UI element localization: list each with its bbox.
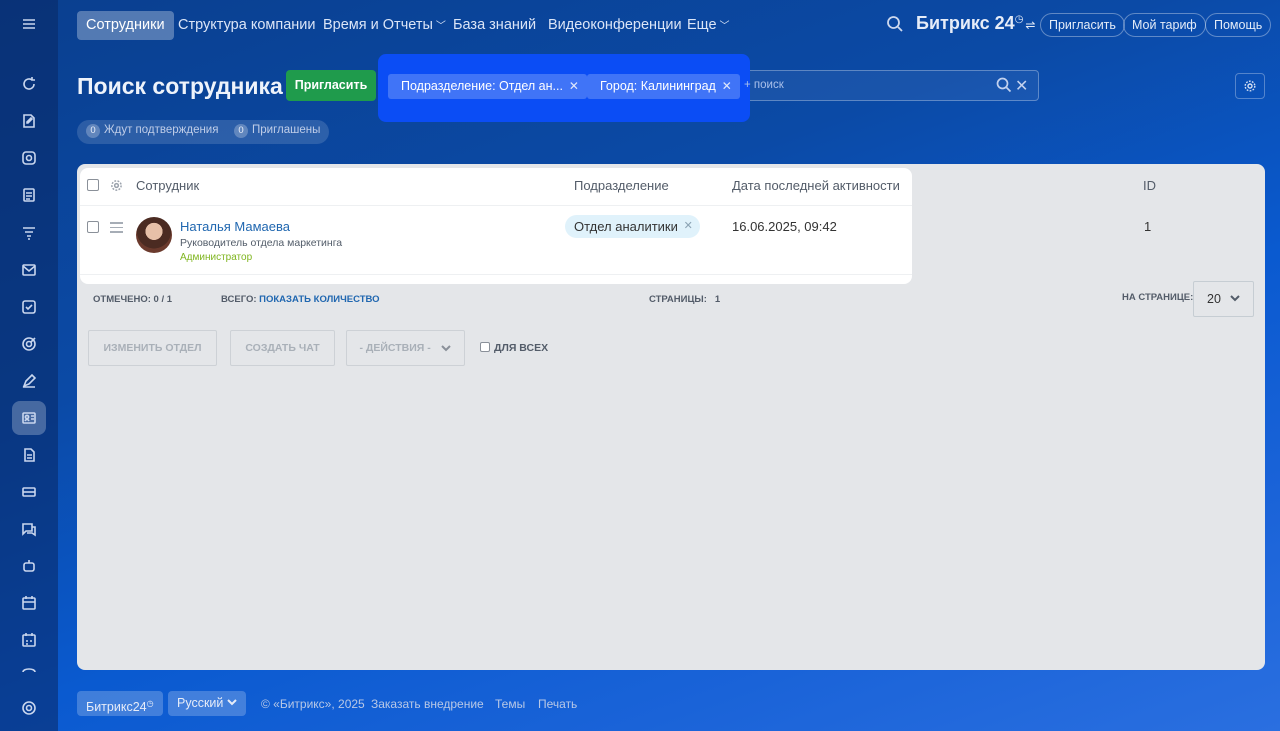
document-icon[interactable] [16, 182, 42, 208]
chevron-down-icon [1229, 292, 1241, 307]
print-link[interactable]: Печать [538, 697, 577, 711]
chevron-down-icon [227, 696, 237, 710]
counter-pending[interactable]: 0 Ждут подтверждения [86, 124, 218, 138]
column-department[interactable]: Подразделение [574, 178, 669, 193]
select-all-checkbox[interactable] [87, 179, 99, 191]
chat-icon[interactable] [16, 516, 42, 542]
refresh-icon[interactable] [16, 71, 42, 97]
selected-count: ОТМЕЧЕНО: 0 / 1 [93, 294, 173, 305]
pages-info: СТРАНИЦЫ: 1 [649, 294, 721, 305]
footer-brand-button[interactable]: Битрикс24◷ [77, 691, 163, 716]
clock-icon: ◷ [1014, 14, 1024, 25]
row-checkbox[interactable] [87, 221, 99, 233]
funnel-icon[interactable] [16, 220, 42, 246]
inbox-icon[interactable] [16, 479, 42, 505]
left-sidebar [0, 0, 58, 731]
column-id[interactable]: ID [1143, 178, 1156, 193]
create-chat-button[interactable]: СОЗДАТЬ ЧАТ [230, 330, 335, 366]
filter-chip-city[interactable]: Город: Калининград ✕ [587, 74, 740, 99]
counter-invited[interactable]: 0 Приглашены [234, 124, 320, 138]
department-tag[interactable]: Отдел аналитики ✕ [565, 215, 700, 238]
nav-more[interactable]: Еще ﹀ [678, 11, 739, 40]
invite-top-button[interactable]: Пригласить [1040, 13, 1125, 37]
employee-position: Руководитель отдела маркетинга [180, 237, 343, 249]
filter-chip-department[interactable]: Подразделение: Отдел ан... ✕ [388, 74, 587, 99]
clear-filter-icon[interactable]: ✕ [1015, 76, 1028, 96]
close-icon[interactable]: ✕ [569, 74, 579, 99]
last-activity-cell: 16.06.2025, 09:42 [732, 219, 837, 234]
language-select[interactable]: Русский [168, 691, 246, 716]
page-title: Поиск сотрудника [77, 73, 283, 99]
calendar-plan-icon[interactable] [16, 627, 42, 653]
brand-logo: Битрикс 24◷ ⇌ [916, 13, 1036, 33]
gear-icon [1244, 80, 1256, 92]
chevron-down-icon: ﹀ [719, 21, 730, 32]
avatar[interactable] [136, 217, 172, 253]
nav-video-conferences[interactable]: Видеоконференции [539, 11, 691, 40]
help-button[interactable]: Помощь [1205, 13, 1272, 37]
search-icon[interactable] [996, 77, 1012, 96]
shop-icon[interactable] [16, 662, 42, 678]
copyright: © «Битрикс», 2025 [261, 697, 365, 711]
close-icon[interactable]: ✕ [722, 74, 732, 99]
actions-select[interactable]: - ДЕЙСТВИЯ - [346, 330, 465, 366]
counters-bar: 0 Ждут подтверждения 0 Приглашены [77, 120, 329, 144]
camera-icon[interactable] [16, 145, 42, 171]
id-cell: 1 [1144, 219, 1152, 234]
employee-role: Администратор [180, 252, 253, 263]
nav-knowledge-base[interactable]: База знаний [444, 11, 545, 40]
menu-icon[interactable] [16, 11, 42, 37]
clock-icon: ◷ [146, 699, 154, 708]
order-implementation-link[interactable]: Заказать внедрение [371, 697, 484, 711]
sign-icon[interactable] [16, 368, 42, 394]
divider [80, 274, 912, 275]
row-menu-icon[interactable] [110, 222, 123, 236]
per-page-label: НА СТРАНИЦЕ: [1122, 292, 1194, 303]
search-icon[interactable] [886, 15, 904, 36]
search-input[interactable]: + поиск [744, 79, 784, 91]
for-all-toggle[interactable]: ДЛЯ ВСЕХ [480, 342, 548, 354]
settings-icon[interactable] [16, 695, 42, 721]
for-all-checkbox[interactable] [480, 342, 490, 352]
calendar-icon[interactable] [16, 590, 42, 616]
column-last-activity[interactable]: Дата последней активности [732, 178, 900, 193]
my-tariff-button[interactable]: Мой тариф [1123, 13, 1206, 37]
gear-icon[interactable] [110, 179, 123, 195]
robot-icon[interactable] [16, 553, 42, 579]
nav-company-structure[interactable]: Структура компании [169, 11, 324, 40]
nav-employees[interactable]: Сотрудники [77, 11, 174, 40]
target-icon[interactable] [16, 331, 42, 357]
themes-link[interactable]: Темы [495, 697, 525, 711]
show-count-link[interactable]: ПОКАЗАТЬ КОЛИЧЕСТВО [259, 294, 379, 305]
mail-icon[interactable] [16, 257, 42, 283]
sliders-icon[interactable]: ⇌ [1025, 18, 1035, 32]
divider [80, 205, 912, 206]
file-icon[interactable] [16, 442, 42, 468]
total-count: ВСЕГО: ПОКАЗАТЬ КОЛИЧЕСТВО [221, 294, 380, 305]
employee-name-link[interactable]: Наталья Мамаева [180, 219, 290, 234]
invite-button[interactable]: Пригласить [286, 70, 376, 101]
column-employee[interactable]: Сотрудник [136, 178, 199, 193]
change-department-button[interactable]: ИЗМЕНИТЬ ОТДЕЛ [88, 330, 217, 366]
nav-time-reports[interactable]: Время и Отчеты ﹀ [314, 11, 455, 40]
per-page-select[interactable]: 20 [1193, 281, 1254, 317]
checkbox-icon[interactable] [16, 294, 42, 320]
employees-card-icon[interactable] [12, 401, 46, 435]
tasks-edit-icon[interactable] [16, 108, 42, 134]
close-icon[interactable]: ✕ [684, 215, 693, 238]
page-settings-button[interactable] [1235, 73, 1265, 99]
chevron-down-icon [440, 342, 452, 354]
